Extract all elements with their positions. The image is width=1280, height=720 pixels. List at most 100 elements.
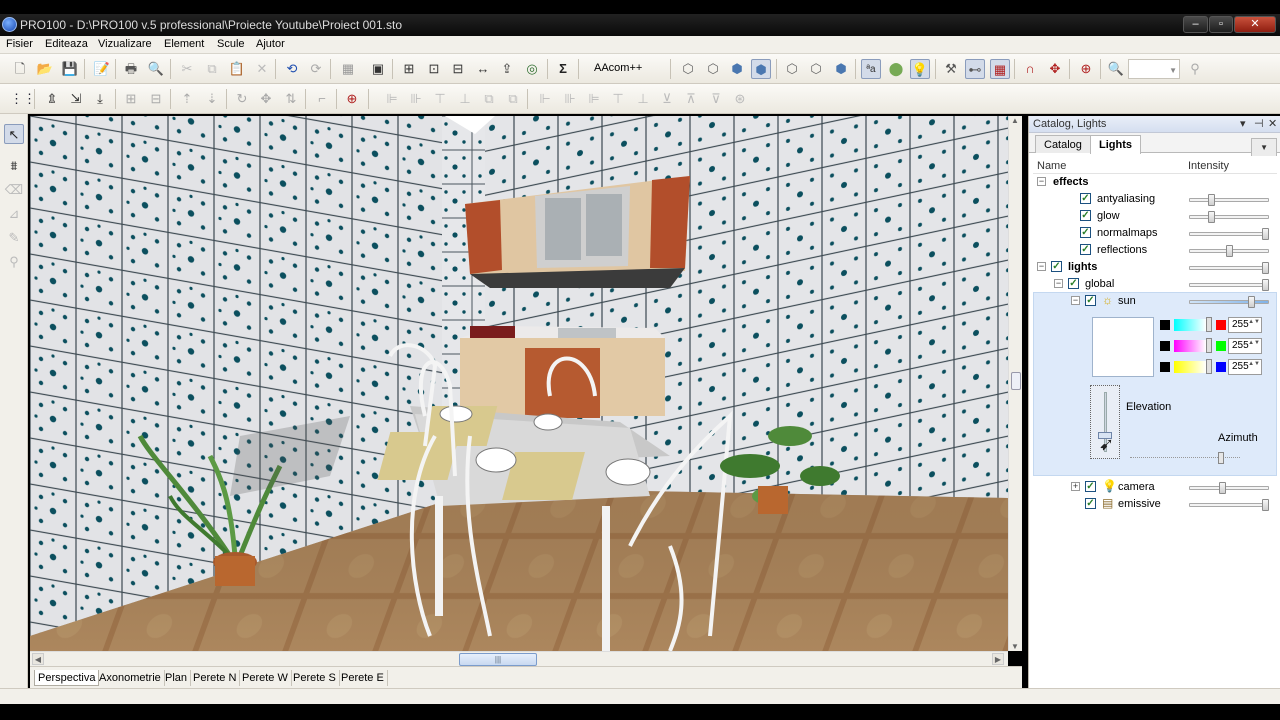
render-icon[interactable]: ◎ [522, 59, 542, 79]
group-icon[interactable]: ▦ [338, 59, 358, 79]
tab-axonometrie[interactable]: Axonometrie [96, 670, 165, 686]
space-x-icon[interactable]: ⊼ [681, 89, 701, 109]
dimension-icon[interactable]: ↔ [473, 59, 493, 79]
scroll-up-icon[interactable]: ▲ [1011, 116, 1019, 125]
box-view-1-icon[interactable]: ⬡ [782, 59, 802, 79]
tab-lights[interactable]: Lights [1090, 135, 1141, 154]
panel-menu-icon[interactable]: ▾ [1240, 117, 1246, 130]
color-swatch[interactable] [1216, 341, 1226, 351]
color-swatch[interactable] [1160, 362, 1170, 372]
intensity-knob[interactable] [1262, 279, 1269, 291]
pointer-icon[interactable]: ↖ [4, 124, 24, 144]
space-right-icon[interactable]: ⊫ [584, 89, 604, 109]
spinner-icon[interactable]: ▲▼ [1248, 319, 1260, 325]
tab-plan[interactable]: Plan [162, 670, 192, 686]
stretch-icon[interactable]: ⊞ [121, 89, 141, 109]
print-preview-icon[interactable]: 🔍 [146, 59, 166, 79]
light-bulb-icon[interactable]: 💡 [910, 59, 930, 79]
space-mid-icon[interactable]: ⊥ [633, 89, 653, 109]
expand-toggle[interactable]: − [1037, 262, 1046, 271]
channel-slider[interactable] [1206, 338, 1212, 353]
menu-editeaza[interactable]: Editeaza [45, 38, 88, 50]
select-all-icon[interactable]: ⋮⋮ [10, 89, 36, 109]
zoom-fit-icon[interactable]: ⚲ [1185, 59, 1205, 79]
undo-icon[interactable]: ⟲ [282, 59, 302, 79]
box-view-2-icon[interactable]: ⬡ [806, 59, 826, 79]
aacom-button[interactable]: AAcom++ [594, 62, 642, 74]
align-up-icon[interactable]: ⇡ [177, 89, 197, 109]
channel-value-input[interactable]: 255 ▲▼ [1228, 317, 1262, 333]
snap-icon[interactable]: ✥ [1045, 59, 1065, 79]
checkbox[interactable]: ✓ [1068, 278, 1079, 289]
menu-vizualizare[interactable]: Vizualizare [98, 38, 152, 50]
checkbox[interactable]: ✓ [1080, 244, 1091, 255]
spinner-icon[interactable]: ▲▼ [1248, 340, 1260, 346]
materials-icon[interactable]: ⬤ [886, 59, 906, 79]
menu-ajutor[interactable]: Ajutor [256, 38, 285, 50]
intensity-knob[interactable] [1262, 262, 1269, 274]
chevron-down-icon[interactable]: ▼ [1169, 66, 1177, 75]
intensity-slider[interactable] [1189, 245, 1269, 257]
center-target-icon[interactable]: ⊕ [342, 89, 362, 109]
expand-toggle[interactable]: − [1071, 296, 1080, 305]
distribute-icon[interactable]: ⊟ [146, 89, 166, 109]
color-swatch[interactable] [1160, 341, 1170, 351]
horizontal-scroll-thumb[interactable]: ||| [459, 653, 537, 666]
align-top-icon[interactable]: ⊤ [430, 89, 450, 109]
color-swatch[interactable] [1216, 362, 1226, 372]
align-left-icon[interactable]: ⊫ [382, 89, 402, 109]
pencil-icon[interactable]: ✎ [4, 228, 24, 248]
mirror-icon[interactable]: ⇅ [281, 89, 301, 109]
tab-perete-n[interactable]: Perete N [190, 670, 241, 686]
intensity-knob[interactable] [1262, 499, 1269, 511]
paste-icon[interactable]: 📋 [227, 59, 247, 79]
intensity-slider[interactable] [1189, 279, 1269, 291]
zoom-input[interactable]: ▼ [1128, 59, 1180, 79]
expand-toggle[interactable]: − [1054, 279, 1063, 288]
tab-perspectiva[interactable]: Perspectiva [34, 670, 100, 686]
cube-view-2-icon[interactable]: ⬡ [703, 59, 723, 79]
light-row-antyaliasing[interactable]: ✓ antyaliasing [1033, 191, 1277, 208]
spinner-icon[interactable]: ▲▼ [1248, 361, 1260, 367]
align-down-icon[interactable]: ⇣ [202, 89, 222, 109]
magnifier-icon[interactable]: ⚲ [4, 252, 24, 272]
delete-icon[interactable]: ✕ [252, 59, 272, 79]
move-icon[interactable]: ✥ [256, 89, 276, 109]
magnet-icon[interactable]: ∩ [1020, 59, 1040, 79]
horizontal-scrollbar[interactable]: ◀ ||| ▶ [30, 651, 1008, 666]
pick-icon[interactable]: ⤓ [90, 89, 110, 109]
save-icon[interactable]: 💾 [60, 59, 80, 79]
properties-icon[interactable]: 📝 [92, 59, 112, 79]
box-view-3-icon[interactable]: ⬢ [831, 59, 851, 79]
align-center-icon[interactable]: ⊪ [406, 89, 426, 109]
color-gradient[interactable] [1174, 340, 1206, 352]
intensity-slider[interactable] [1189, 194, 1269, 206]
space-top-icon[interactable]: ⊤ [608, 89, 628, 109]
light-row-camera[interactable]: + ✓ 💡 camera [1033, 479, 1277, 496]
checkbox[interactable]: ✓ [1051, 261, 1062, 272]
color-swatch[interactable] [1160, 320, 1170, 330]
intensity-knob[interactable] [1208, 194, 1215, 206]
space-y-icon[interactable]: ⊽ [706, 89, 726, 109]
scroll-left-icon[interactable]: ◀ [32, 653, 44, 665]
checkbox[interactable]: ✓ [1085, 295, 1096, 306]
color-gradient[interactable] [1174, 319, 1206, 331]
frame-icon[interactable]: ▣ [368, 59, 388, 79]
intensity-knob[interactable] [1208, 211, 1215, 223]
sun-color-preview[interactable] [1092, 317, 1154, 377]
tab-perete-e[interactable]: Perete E [338, 670, 388, 686]
channel-value-input[interactable]: 255 ▲▼ [1228, 338, 1262, 354]
space-z-icon[interactable]: ⊛ [730, 89, 750, 109]
checkbox[interactable]: ✓ [1080, 227, 1091, 238]
checkbox[interactable]: ✓ [1080, 210, 1091, 221]
tab-catalog[interactable]: Catalog [1035, 135, 1091, 153]
scroll-down-icon[interactable]: ▼ [1011, 642, 1019, 651]
vertical-scroll-thumb[interactable] [1011, 372, 1021, 390]
color-swatch[interactable] [1216, 320, 1226, 330]
grid-icon[interactable]: ▦ [990, 59, 1010, 79]
light-row-global[interactable]: − ✓ global [1033, 276, 1277, 293]
intensity-slider[interactable] [1189, 482, 1269, 494]
intensity-knob[interactable] [1219, 482, 1226, 494]
light-row-effects[interactable]: − effects [1033, 174, 1277, 191]
scroll-right-icon[interactable]: ▶ [992, 653, 1004, 665]
